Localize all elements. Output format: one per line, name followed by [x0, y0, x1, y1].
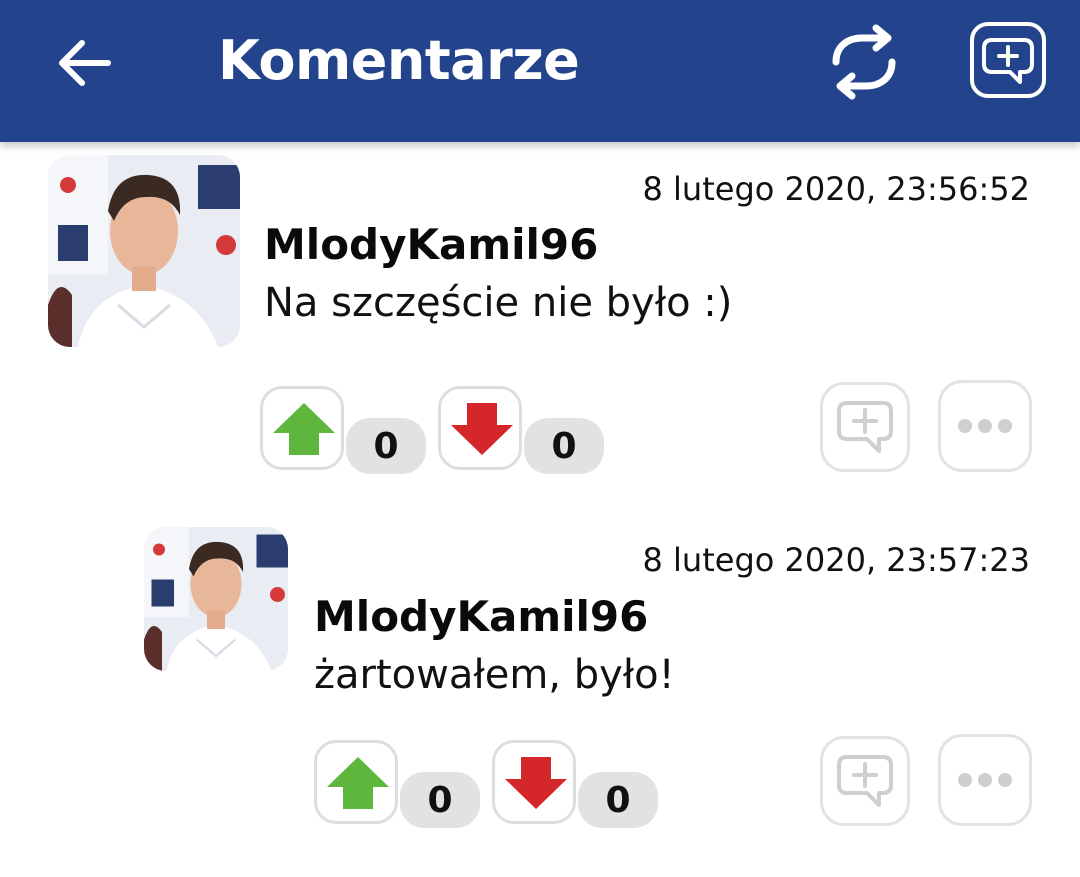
add-comment-icon[interactable]	[968, 20, 1048, 100]
up-arrow-icon	[273, 403, 335, 455]
down-arrow-icon	[505, 757, 567, 809]
more-dots-icon	[958, 773, 1012, 787]
comment-timestamp: 8 lutego 2020, 23:57:23	[642, 541, 1031, 579]
page-title: Komentarze	[218, 29, 580, 92]
upvote-count: 0	[400, 772, 480, 828]
comment-author[interactable]: MlodyKamil96	[264, 220, 598, 269]
avatar[interactable]	[144, 527, 288, 671]
upvote-count: 0	[346, 418, 426, 474]
avatar[interactable]	[48, 155, 240, 347]
more-dots-icon	[958, 419, 1012, 433]
more-options-button[interactable]	[938, 380, 1032, 472]
downvote-count: 0	[578, 772, 658, 828]
comment-text: Na szczęście nie było :)	[264, 280, 733, 326]
reply-icon	[837, 755, 893, 807]
back-arrow-icon[interactable]	[50, 28, 120, 98]
app-bar: Komentarze	[0, 0, 1080, 142]
down-arrow-icon	[451, 403, 513, 455]
more-options-button[interactable]	[938, 734, 1032, 826]
comment-timestamp: 8 lutego 2020, 23:56:52	[642, 170, 1031, 208]
reply-button[interactable]	[820, 736, 910, 826]
downvote-button[interactable]	[438, 386, 522, 470]
comment-author[interactable]: MlodyKamil96	[314, 592, 648, 641]
comment-text: żartowałem, było!	[314, 652, 675, 698]
downvote-button[interactable]	[492, 740, 576, 824]
reply-button[interactable]	[820, 382, 910, 472]
upvote-button[interactable]	[260, 386, 344, 470]
upvote-button[interactable]	[314, 740, 398, 824]
downvote-count: 0	[524, 418, 604, 474]
up-arrow-icon	[327, 757, 389, 809]
reply-icon	[837, 401, 893, 453]
refresh-icon[interactable]	[822, 20, 906, 104]
